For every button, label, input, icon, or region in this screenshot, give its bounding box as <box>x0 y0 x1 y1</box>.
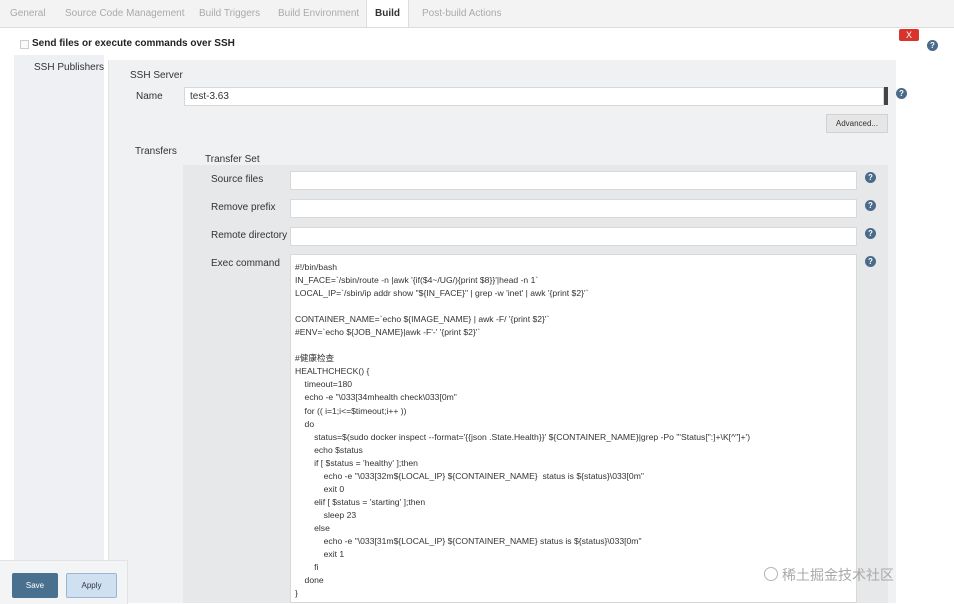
delete-step-button[interactable]: X <box>899 29 919 41</box>
ssh-server-label: SSH Server <box>130 70 183 81</box>
help-icon[interactable]: ? <box>865 172 876 183</box>
apply-button[interactable]: Apply <box>66 573 117 598</box>
code-line: echo -e "\033[34mhealth check\033[0m" <box>295 392 457 403</box>
select-arrow[interactable] <box>884 87 888 105</box>
section-title: Send files or execute commands over SSH <box>32 38 235 49</box>
server-name-select[interactable]: test-3.63 <box>184 87 884 106</box>
code-line: for (( i=1;i<=$timeout;i++ )) <box>295 405 407 416</box>
code-line: else <box>295 522 330 533</box>
publishers-column <box>14 55 104 603</box>
tab-bar: General Source Code Management Build Tri… <box>0 0 954 28</box>
advanced-button[interactable]: Advanced... <box>826 114 888 133</box>
code-line: #健康检查 <box>295 353 335 364</box>
code-line: echo $status <box>295 444 363 455</box>
watermark-logo-icon <box>764 567 778 581</box>
code-line: exit 1 <box>295 549 345 560</box>
tab-general[interactable]: General <box>8 0 48 27</box>
code-line: if [ $status = 'healthy' ];then <box>295 457 418 468</box>
code-line: elif [ $status = 'starting' ];then <box>295 496 426 507</box>
help-icon[interactable]: ? <box>927 40 938 51</box>
code-line: CONTAINER_NAME=`echo ${IMAGE_NAME} | awk… <box>295 314 550 325</box>
code-line: #!/bin/bash <box>295 262 338 272</box>
tab-post-build-actions[interactable]: Post-build Actions <box>420 0 504 27</box>
help-icon[interactable]: ? <box>896 88 907 99</box>
code-line: status=$(sudo docker inspect --format='{… <box>295 431 751 442</box>
code-line: do <box>295 418 315 429</box>
tab-source-code-management[interactable]: Source Code Management <box>63 0 187 27</box>
remove-prefix-input[interactable] <box>290 199 857 218</box>
name-label: Name <box>136 91 163 102</box>
code-line: echo -e "\033[32m${LOCAL_IP} ${CONTAINER… <box>295 470 644 481</box>
section-handle[interactable] <box>20 40 29 49</box>
help-icon[interactable]: ? <box>865 256 876 267</box>
code-line: LOCAL_IP=`/sbin/ip addr show "${IN_FACE}… <box>295 288 589 299</box>
code-line: } <box>295 588 298 599</box>
help-icon[interactable]: ? <box>865 228 876 239</box>
remove-prefix-label: Remove prefix <box>211 202 276 213</box>
remote-directory-input[interactable] <box>290 227 857 246</box>
code-line: IN_FACE=`/sbin/route -n |awk '{if($4~/UG… <box>295 275 539 286</box>
code-line: sleep 23 <box>295 509 357 520</box>
watermark-text: 稀土掘金技术社区 <box>782 567 894 583</box>
exec-command-textarea[interactable]: #!/bin/bash IN_FACE=`/sbin/route -n |awk… <box>290 254 857 603</box>
exec-command-label: Exec command <box>211 258 280 269</box>
ssh-publishers-label: SSH Publishers <box>34 62 105 73</box>
code-line: HEALTHCHECK() { <box>295 366 370 377</box>
code-line: timeout=180 <box>295 379 353 390</box>
source-files-input[interactable] <box>290 171 857 190</box>
transfers-label: Transfers <box>135 146 177 157</box>
transfer-set-label: Transfer Set <box>205 154 260 165</box>
tab-build[interactable]: Build <box>366 0 409 27</box>
code-line: exit 0 <box>295 483 345 494</box>
code-line: echo -e "\033[31m${LOCAL_IP} ${CONTAINER… <box>295 535 642 546</box>
help-icon[interactable]: ? <box>865 200 876 211</box>
tab-build-triggers[interactable]: Build Triggers <box>197 0 262 27</box>
code-line: #ENV=`echo ${JOB_NAME}|awk -F'-' '{print… <box>295 327 481 338</box>
save-button[interactable]: Save <box>12 573 58 598</box>
remote-directory-label: Remote directory <box>211 230 288 241</box>
source-files-label: Source files <box>211 174 264 185</box>
tab-build-environment[interactable]: Build Environment <box>276 0 361 27</box>
